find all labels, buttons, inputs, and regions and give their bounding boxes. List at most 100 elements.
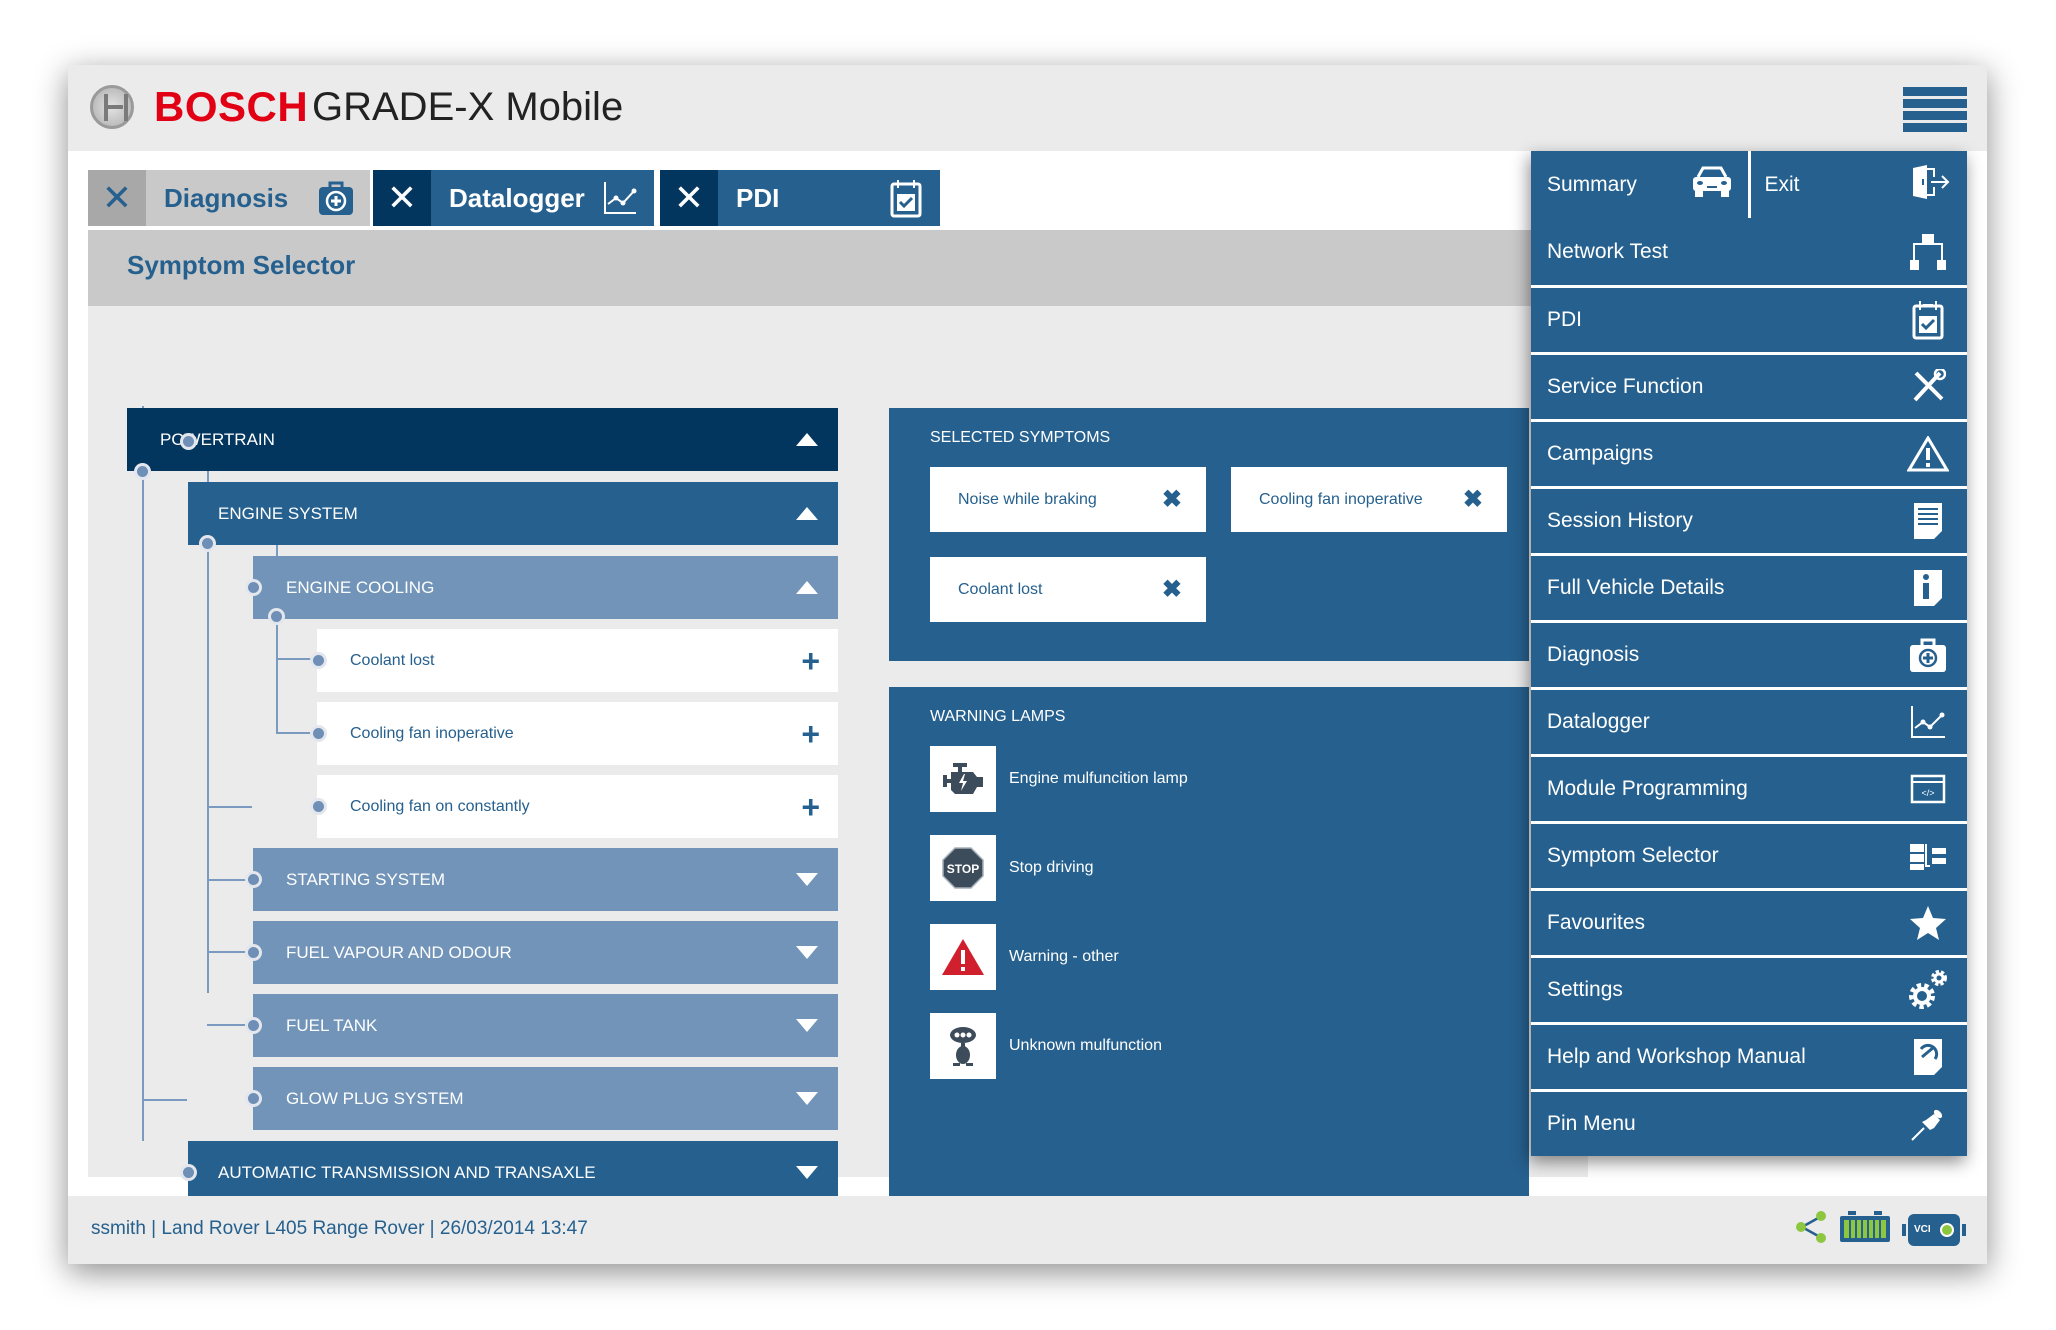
category-label: FUEL VAPOUR AND ODOUR bbox=[286, 942, 512, 962]
symptom-item[interactable]: Cooling fan inoperative + bbox=[317, 702, 838, 765]
menu-item-datalogger[interactable]: Datalogger bbox=[1531, 687, 1967, 754]
gears-icon bbox=[1905, 967, 1951, 1013]
lamp-label: Unknown mulfunction bbox=[1009, 1037, 1162, 1054]
menu-item-session-history[interactable]: Session History bbox=[1531, 486, 1967, 553]
category-fuel-tank[interactable]: FUEL TANK bbox=[253, 994, 838, 1057]
engine-icon bbox=[930, 746, 996, 812]
network-icon bbox=[1905, 229, 1951, 275]
car-icon bbox=[1690, 165, 1734, 205]
category-engine-cooling[interactable]: ENGINE COOLING bbox=[253, 556, 838, 619]
menu-label: Campaigns bbox=[1547, 442, 1654, 465]
menu-item-module-programming[interactable]: Module Programming </> bbox=[1531, 754, 1967, 821]
page-title: Symptom Selector bbox=[127, 250, 356, 280]
close-tab-icon[interactable]: ✕ bbox=[88, 170, 146, 226]
tab-pdi[interactable]: ✕ PDI bbox=[660, 170, 940, 226]
panel-title: WARNING LAMPS bbox=[930, 708, 1066, 725]
category-powertrain[interactable]: POWERTRAIN bbox=[127, 408, 838, 471]
category-label: FUEL TANK bbox=[286, 1015, 378, 1035]
warning-icon bbox=[1905, 431, 1951, 477]
category-engine-system[interactable]: ENGINE SYSTEM bbox=[188, 482, 838, 545]
category-glow-plug[interactable]: GLOW PLUG SYSTEM bbox=[253, 1067, 838, 1130]
brand-name: BOSCH bbox=[154, 83, 309, 130]
remove-icon[interactable]: ✖ bbox=[1162, 575, 1182, 604]
close-tab-icon[interactable]: ✕ bbox=[660, 170, 718, 226]
selected-symptom-chip[interactable]: Coolant lost ✖ bbox=[930, 557, 1206, 622]
chip-label: Coolant lost bbox=[958, 580, 1043, 598]
add-icon[interactable]: + bbox=[801, 791, 820, 823]
tools-icon bbox=[1905, 364, 1951, 410]
menu-item-favourites[interactable]: Favourites bbox=[1531, 888, 1967, 955]
tree-connector bbox=[207, 471, 209, 993]
add-icon[interactable]: + bbox=[801, 645, 820, 677]
menu-item-summary[interactable]: Summary bbox=[1531, 151, 1751, 218]
vci-status-icon[interactable]: VCI bbox=[1902, 1213, 1966, 1246]
bosch-logo-icon bbox=[90, 85, 134, 129]
category-label: STARTING SYSTEM bbox=[286, 869, 446, 889]
category-label: ENGINE SYSTEM bbox=[218, 503, 358, 523]
expand-arrow-icon bbox=[796, 1092, 818, 1105]
category-fuel-vapour[interactable]: FUEL VAPOUR AND ODOUR bbox=[253, 921, 838, 984]
symptom-item[interactable]: Coolant lost + bbox=[317, 629, 838, 692]
menu-item-pin-menu[interactable]: Pin Menu bbox=[1531, 1089, 1967, 1156]
menu-item-pdi[interactable]: PDI bbox=[1531, 285, 1967, 352]
selected-symptom-chip[interactable]: Noise while braking ✖ bbox=[930, 467, 1206, 532]
menu-toggle-button[interactable] bbox=[1903, 87, 1967, 151]
menu-label: Service Function bbox=[1547, 375, 1704, 398]
tab-label: Datalogger bbox=[449, 182, 585, 213]
menu-item-full-vehicle-details[interactable]: Full Vehicle Details bbox=[1531, 553, 1967, 620]
category-transmission[interactable]: AUTOMATIC TRANSMISSION AND TRANSAXLE bbox=[188, 1141, 838, 1204]
collapse-arrow-icon bbox=[796, 507, 818, 520]
tree-node-dot bbox=[248, 947, 259, 958]
tree-node-dot bbox=[202, 538, 213, 549]
tree-connector bbox=[276, 658, 316, 660]
menu-top-row: Summary Exit bbox=[1531, 151, 1967, 218]
category-label: ENGINE COOLING bbox=[286, 577, 435, 597]
selected-symptom-chip[interactable]: Cooling fan inoperative ✖ bbox=[1231, 467, 1507, 532]
expand-arrow-icon bbox=[796, 946, 818, 959]
info-icon bbox=[1905, 565, 1951, 611]
menu-label: Module Programming bbox=[1547, 777, 1748, 800]
menu-item-symptom-selector[interactable]: Symptom Selector bbox=[1531, 821, 1967, 888]
remove-icon[interactable]: ✖ bbox=[1162, 485, 1182, 514]
selected-symptoms-panel: SELECTED SYMPTOMS Noise while braking ✖ … bbox=[889, 408, 1529, 661]
warning-lamps-panel: WARNING LAMPS Engine mulfuncition lamp S… bbox=[889, 687, 1529, 1207]
tab-datalogger[interactable]: ✕ Datalogger bbox=[373, 170, 654, 226]
menu-label: Symptom Selector bbox=[1547, 844, 1719, 867]
warning-lamp-item[interactable]: Warning - other bbox=[930, 924, 1119, 990]
share-icon[interactable] bbox=[1794, 1210, 1828, 1249]
symptom-item[interactable]: Cooling fan on constantly + bbox=[317, 775, 838, 838]
menu-item-network-test[interactable]: Network Test bbox=[1531, 218, 1967, 285]
session-status: ssmith | Land Rover L405 Range Rover | 2… bbox=[91, 1218, 588, 1239]
menu-item-exit[interactable]: Exit bbox=[1751, 151, 1968, 218]
warning-lamp-item[interactable]: Engine mulfuncition lamp bbox=[930, 746, 1188, 812]
warning-lamp-item[interactable]: STOP Stop driving bbox=[930, 835, 1094, 901]
medical-kit-icon bbox=[1905, 632, 1951, 678]
menu-item-service-function[interactable]: Service Function bbox=[1531, 352, 1967, 419]
menu-label: Session History bbox=[1547, 509, 1693, 532]
menu-item-help-and-workshop-manual[interactable]: Help and Workshop Manual bbox=[1531, 1022, 1967, 1089]
remove-icon[interactable]: ✖ bbox=[1463, 485, 1483, 514]
lamp-label: Stop driving bbox=[1009, 859, 1094, 876]
hamburger-icon bbox=[1903, 87, 1967, 96]
menu-item-diagnosis[interactable]: Diagnosis bbox=[1531, 620, 1967, 687]
tree-node-dot bbox=[313, 655, 324, 666]
tab-label: Diagnosis bbox=[164, 182, 289, 213]
tab-label: PDI bbox=[736, 182, 780, 213]
star-icon bbox=[1905, 900, 1951, 946]
menu-label: Diagnosis bbox=[1547, 643, 1640, 666]
tree-node-dot bbox=[313, 728, 324, 739]
menu-item-settings[interactable]: Settings bbox=[1531, 955, 1967, 1022]
lamp-label: Engine mulfuncition lamp bbox=[1009, 770, 1188, 787]
tree-node-dot bbox=[313, 801, 324, 812]
add-icon[interactable]: + bbox=[801, 718, 820, 750]
menu-item-campaigns[interactable]: Campaigns bbox=[1531, 419, 1967, 486]
menu-label: Help and Workshop Manual bbox=[1547, 1045, 1806, 1068]
category-starting-system[interactable]: STARTING SYSTEM bbox=[253, 848, 838, 911]
warning-lamp-item[interactable]: Unknown mulfunction bbox=[930, 1013, 1162, 1079]
stop-sign-icon: STOP bbox=[930, 835, 996, 901]
menu-label: Full Vehicle Details bbox=[1547, 576, 1725, 599]
tab-diagnosis[interactable]: ✕ Diagnosis bbox=[88, 170, 370, 226]
tree-connector bbox=[142, 1099, 187, 1101]
panel-title: SELECTED SYMPTOMS bbox=[930, 429, 1111, 446]
close-tab-icon[interactable]: ✕ bbox=[373, 170, 431, 226]
